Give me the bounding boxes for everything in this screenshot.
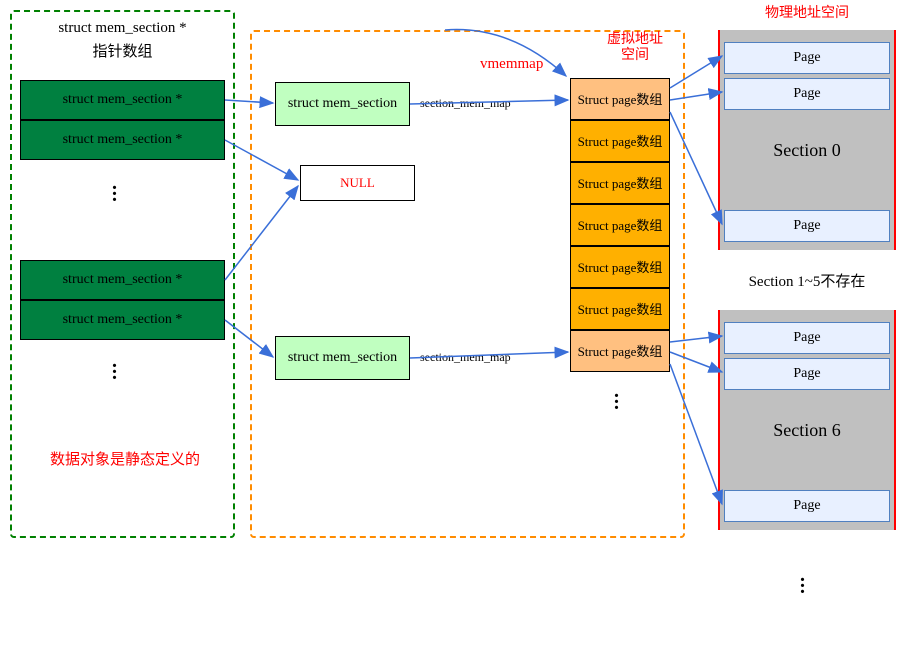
orange-label-1: 虚拟地址 [607, 32, 663, 48]
smm-label-2: section_mem_map [420, 350, 511, 365]
green-title-2: 指针数组 [20, 40, 225, 61]
sec6-page-2: Page [724, 358, 890, 390]
smm-label-1: section_mem_map [420, 96, 511, 111]
sec0-page-3: Page [724, 210, 890, 242]
dots-green-1: ... [112, 180, 117, 198]
sec6-page-3: Page [724, 490, 890, 522]
dots-phys: ... [800, 572, 805, 590]
orange-label: 虚拟地址 空间 [590, 32, 680, 64]
dots-green-2: ... [112, 358, 117, 376]
sp-1: Struct page数组 [570, 78, 670, 120]
dots-sp: ... [614, 388, 619, 406]
sp-2: Struct page数组 [570, 120, 670, 162]
green-note: 数据对象是静态定义的 [50, 448, 200, 469]
ptr-3: struct mem_section * [20, 260, 225, 300]
ptr-4: struct mem_section * [20, 300, 225, 340]
mint-1: struct mem_section [275, 82, 410, 126]
sec6-name: Section 6 [718, 420, 896, 441]
orange-label-2: 空间 [621, 48, 649, 64]
sp-6: Struct page数组 [570, 288, 670, 330]
ptr-2: struct mem_section * [20, 120, 225, 160]
ptr-1: struct mem_section * [20, 80, 225, 120]
mint-2: struct mem_section [275, 336, 410, 380]
sec0-page-1: Page [724, 42, 890, 74]
sec0-page-2: Page [724, 78, 890, 110]
null-box: NULL [300, 165, 415, 201]
sp-4: Struct page数组 [570, 204, 670, 246]
sp-5: Struct page数组 [570, 246, 670, 288]
phys-label: 物理地址空间 [718, 2, 896, 22]
vmem-label: vmemmap [480, 56, 543, 73]
sec-missing: Section 1~5不存在 [718, 270, 896, 291]
sp-7: Struct page数组 [570, 330, 670, 372]
green-title-1: struct mem_section * [20, 20, 225, 37]
sec6-page-1: Page [724, 322, 890, 354]
sp-3: Struct page数组 [570, 162, 670, 204]
sec0-name: Section 0 [718, 140, 896, 161]
